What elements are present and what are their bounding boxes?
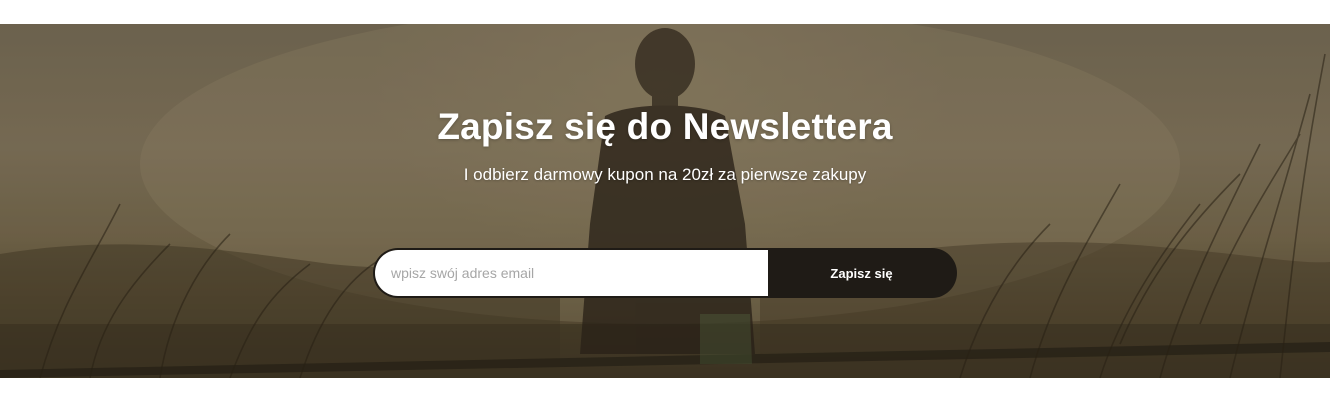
newsletter-subtitle: I odbierz darmowy kupon na 20zł za pierw… — [463, 165, 867, 184]
page: Zapisz się do Newslettera I odbierz darm… — [0, 0, 1330, 404]
newsletter-content: Zapisz się do Newslettera I odbierz darm… — [0, 24, 1330, 378]
newsletter-form: Zapisz się — [373, 248, 957, 298]
newsletter-section: Zapisz się do Newslettera I odbierz darm… — [0, 24, 1330, 378]
email-input[interactable] — [375, 250, 768, 296]
newsletter-title: Zapisz się do Newslettera — [437, 106, 893, 147]
subscribe-button[interactable]: Zapisz się — [768, 250, 955, 296]
